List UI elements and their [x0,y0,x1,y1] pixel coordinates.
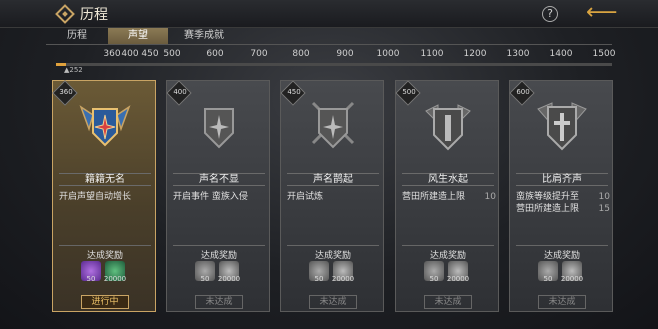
tick-label: 800 [292,49,310,59]
tick-label: 1300 [506,49,530,59]
reputation-ruler: 360 400 450 500 600 700 800 900 1000 110… [46,46,615,76]
reward-qty: 20000 [560,275,584,283]
current-reputation: ▲252 [64,66,83,74]
reward-qty: 50 [86,275,96,283]
card-description: 营田所建造上限 10 [402,191,498,203]
reputation-card[interactable]: 400 声名不显 开启事件 蛮族入侵 达成奖励 50 20000 未达成 [166,80,270,312]
reward-qty: 20000 [331,275,355,283]
tick-label: 1500 [592,49,616,59]
armored-shield-icon [537,102,587,151]
level-number: 450 [287,88,301,96]
tick-label: 450 [141,49,159,59]
progress-track [56,63,612,66]
reward-qty: 50 [314,275,324,283]
desc-line: 开启声望自动增长 [59,192,132,202]
level-number: 360 [59,88,73,96]
tick-label: 700 [250,49,268,59]
reward-title: 达成奖励 [516,245,608,261]
card-title: 籍籍无名 [59,173,151,186]
shield-icon [204,108,234,149]
tick-label: 1200 [463,49,487,59]
tick-label: 1100 [420,49,444,59]
status-in-progress-button[interactable]: 进行中 [81,295,129,309]
reputation-card[interactable]: 600 比肩齐声 蛮族等级提升至 10 营田所建造上限 15 达成奖励 50 200… [509,80,613,312]
tick-label: 900 [336,49,354,59]
tab-history[interactable]: 历程 [46,28,108,44]
card-description: 蛮族等级提升至 10 营田所建造上限 15 [516,191,612,215]
desc-line: 营田所建造上限 15 [516,204,610,214]
tick-label: 500 [163,49,181,59]
tab-reputation[interactable]: 声望 [108,28,168,44]
tick-label: 1400 [549,49,573,59]
card-title: 声名鹊起 [287,173,379,186]
desc-line: 蛮族等级提升至 10 [516,192,610,202]
level-number: 500 [402,88,416,96]
reward-qty: 20000 [217,275,241,283]
card-description: 开启事件 蛮族入侵 [173,191,269,203]
armored-shield-icon [425,104,471,151]
tab-divider [46,44,612,45]
reputation-card[interactable]: 360 籍籍无名 开启声望自动增长 达成奖励 50 20000 进行中 [52,80,156,312]
help-button[interactable]: ? [542,6,558,22]
status-not-achieved-button[interactable]: 未达成 [424,295,472,309]
title-diamond-icon [55,4,75,24]
reward-qty: 50 [543,275,553,283]
desc-line: 营田所建造上限 10 [402,192,496,202]
desc-line: 开启试炼 [287,192,324,202]
card-description: 开启声望自动增长 [59,191,155,203]
card-title: 风生水起 [402,173,494,186]
reward-qty: 50 [200,275,210,283]
status-not-achieved-button[interactable]: 未达成 [309,295,357,309]
reward-qty: 20000 [446,275,470,283]
level-number: 600 [516,88,530,96]
level-number: 400 [173,88,187,96]
desc-line: 开启事件 蛮族入侵 [173,192,248,202]
reputation-card[interactable]: 450 声名鹊起 开启试炼 达成奖励 50 20000 未达成 [280,80,384,312]
reward-title: 达成奖励 [173,245,265,261]
status-not-achieved-button[interactable]: 未达成 [195,295,243,309]
status-not-achieved-button[interactable]: 未达成 [538,295,586,309]
tab-season-achievements[interactable]: 赛季成就 [168,28,240,44]
reward-qty: 50 [429,275,439,283]
crossed-swords-shield-icon [311,101,355,149]
reward-title: 达成奖励 [287,245,379,261]
top-bar: 历程 ? ⟵ [0,0,658,28]
reward-title: 达成奖励 [59,245,151,261]
back-arrow-icon[interactable]: ⟵ [586,2,618,24]
winged-shield-icon [79,105,131,147]
page-title: 历程 [80,7,108,23]
tick-label: 1000 [376,49,400,59]
reputation-card[interactable]: 500 风生水起 营田所建造上限 10 达成奖励 50 20000 未达成 [395,80,499,312]
tick-label: 600 [206,49,224,59]
tick-label: 400 [121,49,139,59]
card-title: 比肩齐声 [516,173,608,186]
reward-qty: 20000 [103,275,127,283]
card-title: 声名不显 [173,173,265,186]
card-description: 开启试炼 [287,191,383,203]
tick-label: 360 [103,49,121,59]
reward-title: 达成奖励 [402,245,494,261]
